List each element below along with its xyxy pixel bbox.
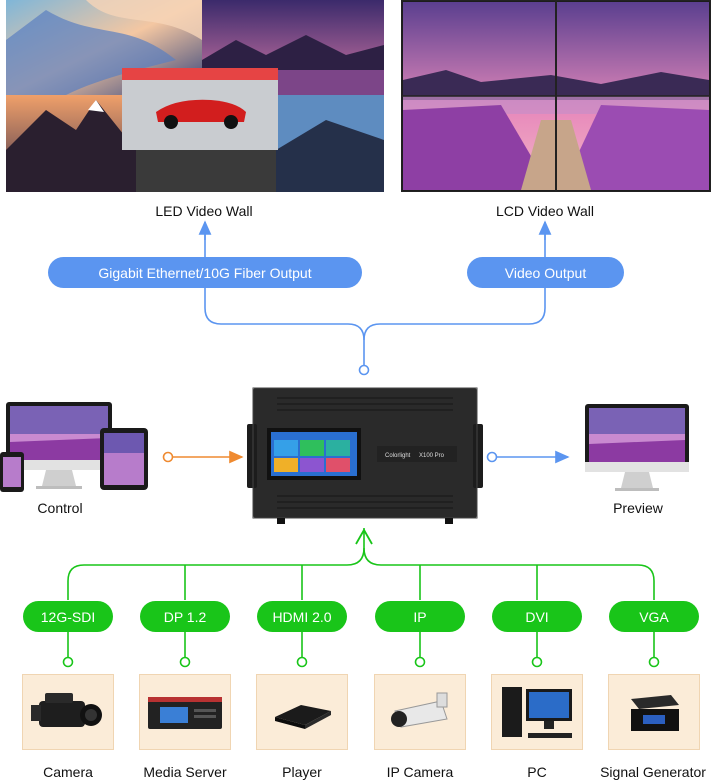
- control-line: [162, 450, 244, 464]
- device-label-pc: PC: [527, 764, 547, 780]
- signal-pill-dvi: DVI: [492, 601, 582, 632]
- processor-model-text: X100 Pro: [419, 453, 445, 459]
- led-video-wall-image: [6, 0, 384, 192]
- device-media-server: [139, 674, 231, 750]
- preview-monitor-image: [585, 404, 689, 491]
- signal-generator-icon: [631, 695, 679, 731]
- signal-pill-dp: DP 1.2: [140, 601, 230, 632]
- device-ip-camera: [374, 674, 466, 750]
- preview-dot: [486, 451, 498, 463]
- media-server-icon: [148, 697, 222, 729]
- processor-unit: Colorlight X100 Pro: [247, 387, 483, 524]
- processor-brand-text: Colorlight: [385, 453, 411, 459]
- ip-camera-icon: [391, 692, 448, 728]
- gigabit-output-pill: Gigabit Ethernet/10G Fiber Output: [48, 257, 362, 288]
- device-label-signal-generator: Signal Generator: [600, 764, 706, 780]
- lcd-video-wall-image: [401, 0, 711, 192]
- device-label-ip-camera: IP Camera: [386, 764, 454, 780]
- device-label-media-server: Media Server: [143, 764, 227, 780]
- player-icon: [275, 705, 331, 729]
- signal-pill-hdmi: HDMI 2.0: [257, 601, 347, 632]
- led-video-wall-label: LED Video Wall: [155, 203, 253, 219]
- control-devices-image: [0, 402, 148, 492]
- signal-pill-12g-sdi: 12G-SDI: [23, 601, 113, 632]
- device-label-player: Player: [282, 764, 322, 780]
- device-player: [256, 674, 348, 750]
- signal-pill-ip: IP: [375, 601, 465, 632]
- device-label-camera: Camera: [43, 764, 93, 780]
- device-camera: [22, 674, 114, 750]
- input-lines: [62, 528, 660, 668]
- camera-icon: [31, 693, 102, 727]
- device-pc: [491, 674, 583, 750]
- signal-pill-vga: VGA: [609, 601, 699, 632]
- device-signal-generator: [608, 674, 700, 750]
- led-output-line: [204, 233, 365, 366]
- processor-output-dot: [358, 364, 370, 376]
- control-label: Control: [37, 500, 83, 516]
- video-output-pill: Video Output: [467, 257, 624, 288]
- lcd-video-wall-label: LCD Video Wall: [495, 203, 595, 219]
- preview-label: Preview: [613, 500, 663, 516]
- pc-icon: [502, 687, 572, 738]
